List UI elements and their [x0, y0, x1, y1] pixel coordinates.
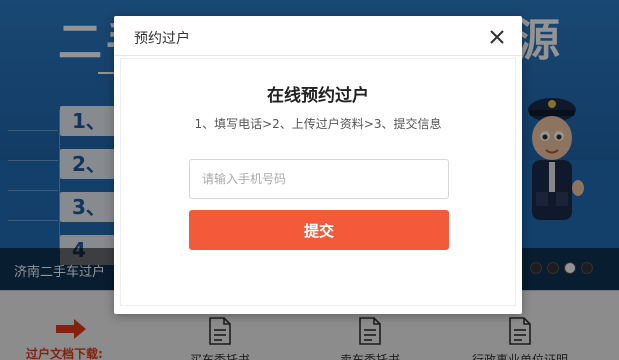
phone-input[interactable] [189, 159, 449, 199]
form-steps: 1、填写电话>2、上传过户资料>3、提交信息 [194, 117, 442, 131]
modal-header: 预约过户 [114, 16, 522, 56]
booking-modal: 预约过户 在线预约过户 1、填写电话>2、上传过户资料>3、提交信息 提交 [114, 16, 522, 314]
form-heading: 在线预约过户 [267, 86, 369, 106]
submit-button[interactable]: 提交 [189, 210, 449, 250]
modal-title: 预约过户 [134, 31, 190, 47]
modal-body: 在线预约过户 1、填写电话>2、上传过户资料>3、提交信息 提交 [120, 58, 516, 306]
close-icon[interactable] [488, 28, 506, 46]
